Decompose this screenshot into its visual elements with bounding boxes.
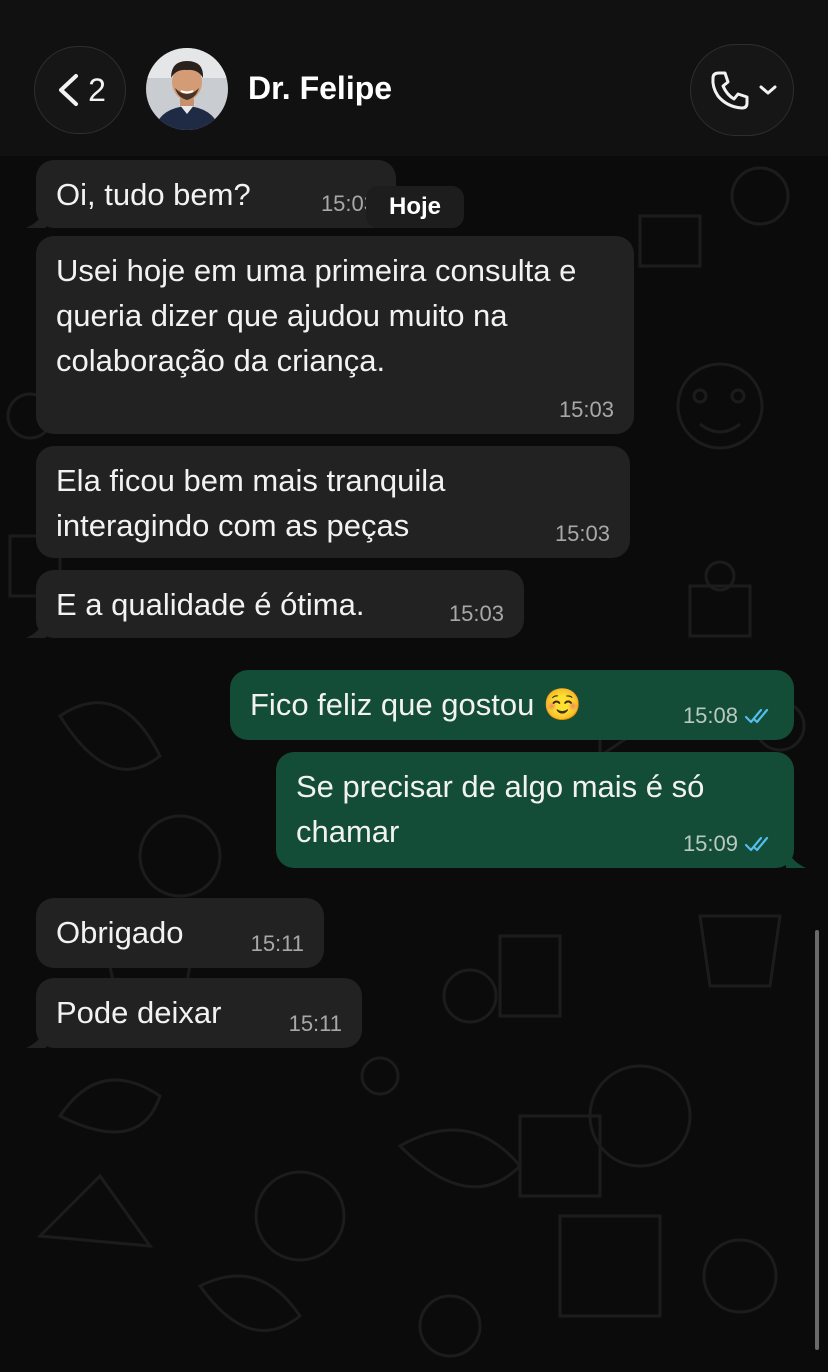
unread-count: 2 — [88, 71, 106, 108]
back-button[interactable]: 2 — [34, 46, 126, 134]
message-status: 15:09 — [683, 832, 774, 856]
phone-icon — [711, 71, 749, 110]
message-time: 15:11 — [288, 1011, 342, 1036]
incoming-message[interactable]: Usei hoje em uma primeira consulta e que… — [36, 236, 634, 434]
incoming-message[interactable]: Oi, tudo bem? 15:03 — [36, 160, 396, 228]
message-text: Fico feliz que gostou ☺️ — [250, 687, 582, 722]
message-text: Oi, tudo bem? — [56, 177, 251, 212]
message-time: 15:09 — [682, 831, 738, 856]
message-text: Ela ficou bem mais tranquila interagindo… — [56, 463, 446, 543]
incoming-message[interactable]: Obrigado 15:11 — [36, 898, 324, 968]
message-time: 15:03 — [554, 521, 610, 546]
message-text: E a qualidade é ótima. — [56, 587, 365, 622]
call-button[interactable] — [690, 44, 794, 136]
outgoing-message[interactable]: Fico feliz que gostou ☺️ 15:08 — [230, 670, 794, 740]
message-time: 15:11 — [250, 931, 304, 956]
scrollbar[interactable] — [815, 930, 819, 1350]
message-text: Usei hoje em uma primeira consulta e que… — [56, 253, 577, 378]
chat-header: 2 Dr. Felipe — [0, 0, 828, 156]
message-text: Obrigado — [56, 915, 184, 950]
avatar[interactable] — [146, 48, 228, 130]
read-ticks-icon — [744, 708, 769, 724]
incoming-message[interactable]: E a qualidade é ótima. 15:03 — [36, 570, 524, 638]
message-time: 15:03 — [448, 601, 504, 626]
chevron-down-icon — [759, 85, 777, 95]
incoming-message[interactable]: Ela ficou bem mais tranquila interagindo… — [36, 446, 630, 558]
contact-name[interactable]: Dr. Felipe — [248, 70, 392, 107]
outgoing-message[interactable]: Se precisar de algo mais é só chamar 15:… — [276, 752, 794, 868]
message-status: 15:08 — [683, 704, 774, 728]
message-time: 15:03 — [558, 397, 614, 422]
read-ticks-icon — [744, 836, 769, 852]
contact-photo — [146, 48, 228, 130]
message-time: 15:08 — [682, 703, 738, 728]
message-text: Pode deixar — [56, 995, 222, 1030]
incoming-message[interactable]: Pode deixar 15:11 — [36, 978, 362, 1048]
date-chip: Hoje — [366, 186, 464, 228]
chat-area[interactable]: Hoje Oi, tudo bem? 15:03 Usei hoje em um… — [0, 156, 828, 1372]
chevron-left-icon — [59, 74, 79, 106]
